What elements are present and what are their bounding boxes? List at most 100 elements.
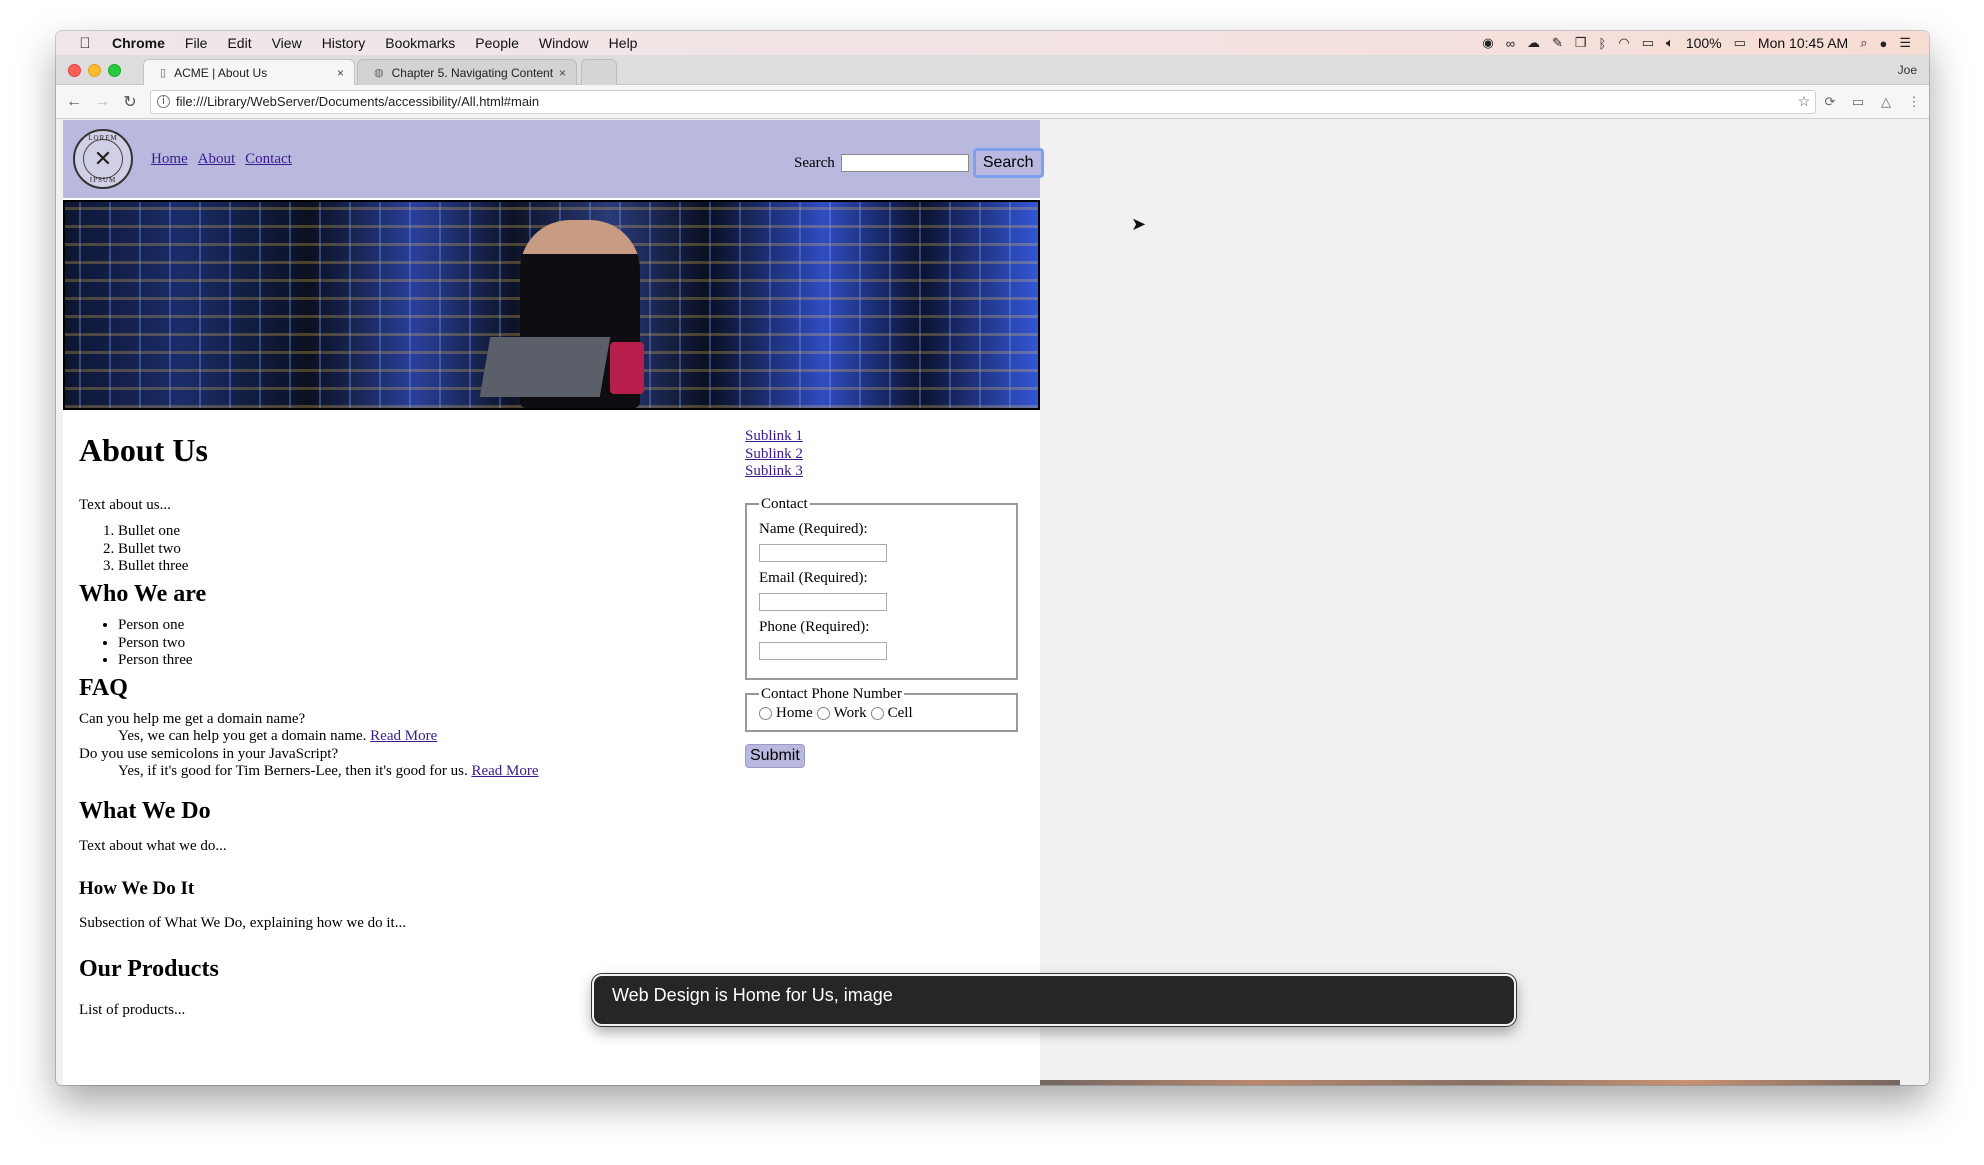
page-icon: ▯: [160, 67, 167, 79]
crossed-tools-icon: ✕: [83, 139, 123, 179]
menu-edit[interactable]: Edit: [217, 35, 261, 51]
products-text: List of products...: [79, 1002, 186, 1018]
hero-laptop: [479, 337, 611, 397]
copy-icon[interactable]: ❐: [1575, 35, 1587, 51]
voiceover-caption-text: Web Design is Home for Us, image: [612, 985, 893, 1005]
notification-center-icon[interactable]: ☰: [1899, 35, 1911, 51]
nav-contact-link[interactable]: Contact: [245, 151, 292, 168]
cloud-icon[interactable]: ☁: [1527, 35, 1540, 51]
menu-help[interactable]: Help: [599, 35, 648, 51]
search-button[interactable]: Search: [972, 148, 1044, 178]
sublink-2[interactable]: Sublink 2: [745, 446, 1035, 464]
faq-answer-text: Yes, if it's good for Tim Berners-Lee, t…: [118, 763, 468, 779]
drive-icon[interactable]: △: [1872, 94, 1900, 110]
apple-menu-icon[interactable]: : [68, 35, 102, 52]
voiceover-caption-panel: Web Design is Home for Us, image: [592, 974, 1516, 1026]
forward-arrow-icon[interactable]: →: [88, 93, 116, 111]
search-input[interactable]: [840, 154, 969, 172]
radio-work[interactable]: [816, 706, 830, 720]
faq-heading: FAQ: [79, 675, 128, 701]
siri-icon[interactable]: ●: [1879, 36, 1887, 51]
phone-type-fieldset: Contact Phone Number Home Work Cell: [745, 685, 1018, 732]
menubar-clock[interactable]: Mon 10:45 AM: [1758, 35, 1848, 51]
nav-home-link[interactable]: Home: [151, 151, 188, 168]
menu-history[interactable]: History: [312, 35, 376, 51]
profile-name[interactable]: Joe: [1898, 63, 1917, 77]
name-field[interactable]: [759, 543, 887, 562]
radio-cell[interactable]: [870, 706, 884, 720]
address-bar[interactable]: i file:///Library/WebServer/Documents/ac…: [150, 89, 1816, 114]
browser-window:  Chrome File Edit View History Bookmark…: [56, 31, 1929, 1085]
sublinks: Sublink 1 Sublink 2 Sublink 3: [745, 428, 1035, 481]
browser-toolbar: ← → ↻ i file:///Library/WebServer/Docume…: [56, 85, 1929, 119]
record-icon[interactable]: ◉: [1482, 35, 1493, 51]
tab-title: Chapter 5. Navigating Content: [391, 65, 554, 80]
phone-label: Phone (Required):: [759, 618, 870, 635]
radio-home[interactable]: [759, 706, 772, 720]
email-field[interactable]: [759, 592, 887, 611]
menu-people[interactable]: People: [465, 35, 529, 51]
battery-icon[interactable]: ▭: [1734, 35, 1746, 51]
list-item: Person three: [118, 652, 193, 670]
products-heading: Our Products: [79, 956, 219, 982]
cast-icon[interactable]: ▭: [1844, 94, 1872, 110]
volume-icon[interactable]: 🔈︎: [1666, 35, 1674, 51]
bluetooth-icon[interactable]: ᛒ: [1599, 36, 1607, 51]
phone-field[interactable]: [759, 641, 887, 660]
name-label: Name (Required):: [759, 520, 868, 537]
menu-chrome[interactable]: Chrome: [102, 35, 175, 51]
menu-window[interactable]: Window: [529, 35, 599, 51]
how-text: Subsection of What We Do, explaining how…: [79, 915, 406, 931]
list-item: Person one: [118, 617, 193, 635]
list-item: Bullet three: [118, 558, 188, 576]
bookmark-star-icon[interactable]: ☆: [1793, 93, 1815, 110]
close-window-button[interactable]: [68, 64, 81, 77]
menu-bookmarks[interactable]: Bookmarks: [375, 35, 465, 51]
minimize-window-button[interactable]: [88, 64, 101, 77]
what-heading: What We Do: [79, 798, 211, 824]
faq-answer: Yes, if it's good for Tim Berners-Lee, t…: [118, 763, 539, 780]
address-url[interactable]: file:///Library/WebServer/Documents/acce…: [176, 94, 1793, 109]
page-title: About Us: [79, 432, 208, 468]
tab-title: ACME | About Us: [174, 65, 268, 80]
extension-icon[interactable]: ⟳: [1816, 94, 1844, 110]
chrome-menu-icon[interactable]: ⋮: [1900, 94, 1928, 110]
tab-acme-about-us[interactable]: ▯ ACME | About Us ×: [143, 59, 355, 85]
feather-icon[interactable]: ✎: [1552, 35, 1563, 51]
battery-percent: 100%: [1685, 35, 1722, 51]
submit-button[interactable]: Submit: [745, 743, 805, 768]
spotlight-search-icon[interactable]: ⌕: [1860, 35, 1867, 51]
sublink-3[interactable]: Sublink 3: [745, 463, 1035, 481]
sublink-1[interactable]: Sublink 1: [745, 428, 1035, 446]
zoom-window-button[interactable]: [108, 64, 121, 77]
globe-icon: ◍: [374, 67, 384, 79]
new-tab-button[interactable]: [581, 59, 617, 85]
menu-view[interactable]: View: [262, 35, 312, 51]
menu-file[interactable]: File: [175, 35, 218, 51]
tab-chapter-5[interactable]: ◍ Chapter 5. Navigating Content ×: [357, 59, 577, 85]
people-list: Person one Person two Person three: [118, 617, 193, 670]
airplay-icon[interactable]: ▭: [1642, 35, 1654, 51]
sidebar: Sublink 1 Sublink 2 Sublink 3 Contact Na…: [745, 428, 1035, 768]
read-more-link[interactable]: Read More: [471, 763, 538, 779]
read-more-link[interactable]: Read More: [370, 728, 437, 744]
web-viewport: LOREM ✕ IPSUM Home About Contact Search …: [56, 120, 1929, 1085]
who-heading: Who We are: [79, 581, 207, 607]
logo-text-top: LOREM: [88, 134, 118, 142]
lorem-ipsum-logo[interactable]: LOREM ✕ IPSUM: [73, 129, 133, 189]
close-tab-icon[interactable]: ×: [337, 66, 344, 80]
how-heading: How We Do It: [79, 878, 195, 899]
site-nav: Home About Contact: [151, 151, 292, 168]
phone-type-radios: Home Work Cell: [759, 705, 1004, 722]
infinity-icon[interactable]: ∞: [1506, 36, 1515, 51]
info-icon[interactable]: i: [157, 95, 170, 108]
wifi-icon[interactable]: ◠: [1618, 35, 1629, 51]
site-header: LOREM ✕ IPSUM Home About Contact Search …: [63, 120, 1044, 198]
faq-answer: Yes, we can help you get a domain name. …: [118, 728, 437, 745]
nav-about-link[interactable]: About: [198, 151, 236, 168]
search-label: Search: [794, 154, 835, 171]
radio-cell-label: Cell: [887, 704, 913, 721]
reload-icon[interactable]: ↻: [116, 92, 144, 112]
back-arrow-icon[interactable]: ←: [60, 93, 88, 111]
close-tab-icon[interactable]: ×: [559, 66, 566, 80]
